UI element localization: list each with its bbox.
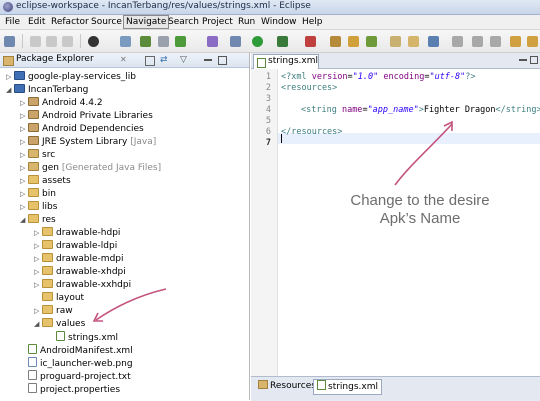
annotation-text: Change to the desire Apk’s Name: [325, 192, 515, 228]
tab-resources[interactable]: Resources: [255, 379, 319, 393]
annotation-arrowhead: [443, 120, 453, 131]
annotation-line-1: Change to the desire: [350, 192, 490, 209]
annotation-arrow-editor: [394, 123, 453, 186]
annotation-line-2: Apk’s Name: [379, 210, 461, 227]
xml-file-icon: [317, 380, 326, 390]
tab-source-xml[interactable]: strings.xml: [313, 379, 382, 395]
resources-icon: [258, 380, 268, 389]
editor-bottom-tab-bar: Resources strings.xml: [251, 376, 540, 401]
annotation-arrow-tree: [95, 288, 167, 321]
